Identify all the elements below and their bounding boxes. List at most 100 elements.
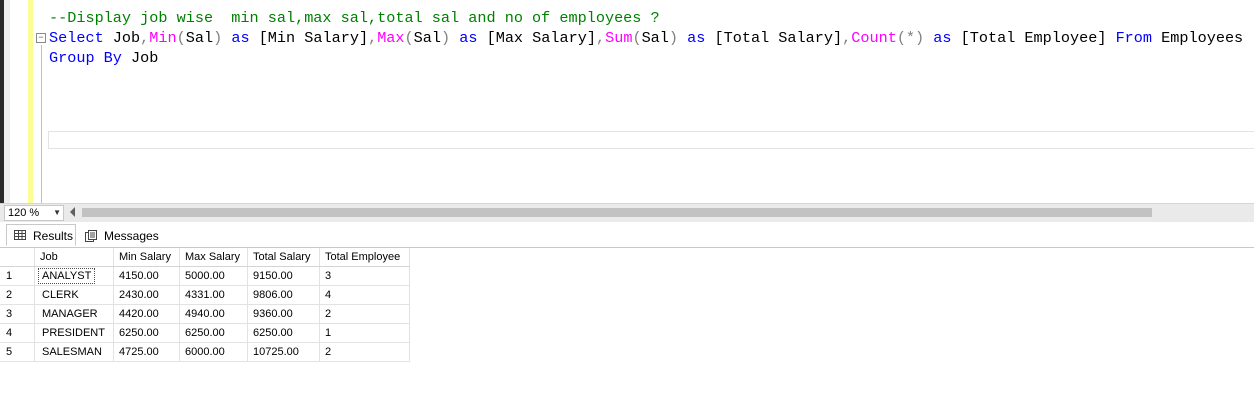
zoom-value: 120 % bbox=[8, 207, 40, 219]
tab-messages[interactable]: Messages bbox=[78, 226, 159, 246]
cell-job[interactable]: ANALYST bbox=[34, 266, 114, 286]
cell-min-salary[interactable]: 6250.00 bbox=[113, 323, 180, 343]
cell-max-salary[interactable]: 4331.00 bbox=[179, 285, 248, 305]
code-token: Min bbox=[149, 29, 177, 47]
results-tabs: Results Messages bbox=[0, 222, 1254, 248]
horizontal-scrollbar-thumb[interactable] bbox=[82, 208, 1152, 217]
code-token: Count bbox=[851, 29, 897, 47]
code-token: Sal bbox=[641, 29, 669, 47]
editor-status-bar: 120 % ▼ bbox=[0, 203, 1254, 222]
code-token: ) bbox=[441, 29, 451, 47]
cell-job[interactable]: PRESIDENT bbox=[34, 323, 114, 343]
cell-total-salary[interactable]: 10725.00 bbox=[247, 342, 320, 362]
code-line[interactable]: Group By Job bbox=[49, 48, 1243, 68]
scroll-left-arrow-icon[interactable] bbox=[70, 207, 75, 217]
grid-icon bbox=[14, 230, 26, 240]
code-token: ( bbox=[404, 29, 414, 47]
cell-total-employee[interactable]: 4 bbox=[319, 285, 410, 305]
table-row[interactable]: 2 CLERK 2430.00 4331.00 9806.00 4 bbox=[0, 285, 410, 305]
current-line-highlight bbox=[48, 131, 1254, 149]
code-token: ( bbox=[176, 29, 186, 47]
column-header-min-salary[interactable]: Min Salary bbox=[113, 248, 180, 267]
code-token: Select bbox=[49, 29, 104, 47]
cell-job-value: ANALYST bbox=[37, 268, 96, 284]
collapse-icon[interactable]: − bbox=[36, 33, 46, 43]
row-number[interactable]: 5 bbox=[0, 342, 35, 362]
row-number[interactable]: 4 bbox=[0, 323, 35, 343]
code-token: --Display job wise min sal,max sal,total… bbox=[49, 9, 660, 27]
cell-total-salary[interactable]: 9360.00 bbox=[247, 304, 320, 324]
messages-icon bbox=[85, 230, 97, 242]
code-token: Sal bbox=[413, 29, 441, 47]
cell-min-salary[interactable]: 2430.00 bbox=[113, 285, 180, 305]
cell-job[interactable]: MANAGER bbox=[34, 304, 114, 324]
code-token: [Max Salary] bbox=[486, 29, 596, 47]
tab-results-label: Results bbox=[33, 229, 74, 243]
cell-min-salary[interactable]: 4725.00 bbox=[113, 342, 180, 362]
cell-total-salary[interactable]: 9806.00 bbox=[247, 285, 320, 305]
column-header-total-salary[interactable]: Total Salary bbox=[247, 248, 320, 267]
cell-max-salary[interactable]: 5000.00 bbox=[179, 266, 248, 286]
code-token: Job bbox=[103, 29, 141, 47]
code-token: From bbox=[1106, 29, 1162, 47]
change-tracking-bar bbox=[28, 0, 33, 203]
code-token: Max bbox=[377, 29, 405, 47]
table-row[interactable]: 3 MANAGER 4420.00 4940.00 9360.00 2 bbox=[0, 304, 410, 324]
code-token: , bbox=[368, 29, 378, 47]
cell-total-employee[interactable]: 3 bbox=[319, 266, 410, 286]
code-token: , bbox=[140, 29, 150, 47]
cell-total-salary[interactable]: 6250.00 bbox=[247, 323, 320, 343]
table-row[interactable]: 1 ANALYST 4150.00 5000.00 9150.00 3 bbox=[0, 266, 410, 286]
dropdown-arrow-icon[interactable]: ▼ bbox=[53, 206, 61, 220]
sql-code[interactable]: --Display job wise min sal,max sal,total… bbox=[49, 8, 1243, 68]
column-header-max-salary[interactable]: Max Salary bbox=[179, 248, 248, 267]
code-token: ) bbox=[668, 29, 679, 47]
cell-max-salary[interactable]: 6000.00 bbox=[179, 342, 248, 362]
editor-margin bbox=[4, 0, 10, 203]
cell-max-salary[interactable]: 4940.00 bbox=[179, 304, 248, 324]
cell-job[interactable]: SALESMAN bbox=[34, 342, 114, 362]
cell-total-employee[interactable]: 2 bbox=[319, 342, 410, 362]
code-token: ( bbox=[632, 29, 642, 47]
zoom-dropdown[interactable]: 120 % ▼ bbox=[4, 205, 64, 221]
grid-header-row: Job Min Salary Max Salary Total Salary T… bbox=[0, 248, 410, 267]
code-token: as bbox=[924, 29, 961, 47]
code-token: , bbox=[842, 29, 852, 47]
table-row[interactable]: 5 SALESMAN 4725.00 6000.00 10725.00 2 bbox=[0, 342, 410, 362]
cell-total-employee[interactable]: 2 bbox=[319, 304, 410, 324]
code-token: as bbox=[450, 29, 487, 47]
code-token: Sal bbox=[185, 29, 214, 47]
code-line[interactable]: Select Job,Min(Sal) as [Min Salary],Max(… bbox=[49, 28, 1243, 48]
code-token: Sum bbox=[605, 29, 633, 47]
column-header-job[interactable]: Job bbox=[34, 248, 114, 267]
results-grid[interactable]: Job Min Salary Max Salary Total Salary T… bbox=[0, 248, 410, 362]
cell-min-salary[interactable]: 4420.00 bbox=[113, 304, 180, 324]
table-row[interactable]: 4 PRESIDENT 6250.00 6250.00 6250.00 1 bbox=[0, 323, 410, 343]
code-token: Employees bbox=[1161, 29, 1244, 47]
tab-results[interactable]: Results bbox=[6, 224, 76, 246]
column-header-total-employee[interactable]: Total Employee bbox=[319, 248, 410, 267]
row-number-header[interactable] bbox=[0, 248, 35, 267]
code-token: Job bbox=[121, 49, 159, 67]
query-editor[interactable]: − --Display job wise min sal,max sal,tot… bbox=[0, 0, 1254, 203]
tab-messages-label: Messages bbox=[104, 229, 159, 243]
cell-job[interactable]: CLERK bbox=[34, 285, 114, 305]
code-token: (*) bbox=[896, 29, 925, 47]
cell-total-employee[interactable]: 1 bbox=[319, 323, 410, 343]
row-number[interactable]: 1 bbox=[0, 266, 35, 286]
cell-max-salary[interactable]: 6250.00 bbox=[179, 323, 248, 343]
outline-guide bbox=[41, 45, 42, 203]
code-token: [Total Employee] bbox=[960, 29, 1107, 47]
code-token: [Total Salary] bbox=[714, 29, 843, 47]
code-token: ) bbox=[213, 29, 223, 47]
code-token: [Min Salary] bbox=[258, 29, 369, 47]
code-token: as bbox=[222, 29, 259, 47]
row-number[interactable]: 2 bbox=[0, 285, 35, 305]
code-line[interactable]: --Display job wise min sal,max sal,total… bbox=[49, 8, 1243, 28]
code-token: , bbox=[595, 29, 606, 47]
code-token: Group By bbox=[49, 49, 122, 67]
cell-min-salary[interactable]: 4150.00 bbox=[113, 266, 180, 286]
row-number[interactable]: 3 bbox=[0, 304, 35, 324]
cell-total-salary[interactable]: 9150.00 bbox=[247, 266, 320, 286]
code-token: as bbox=[678, 29, 715, 47]
